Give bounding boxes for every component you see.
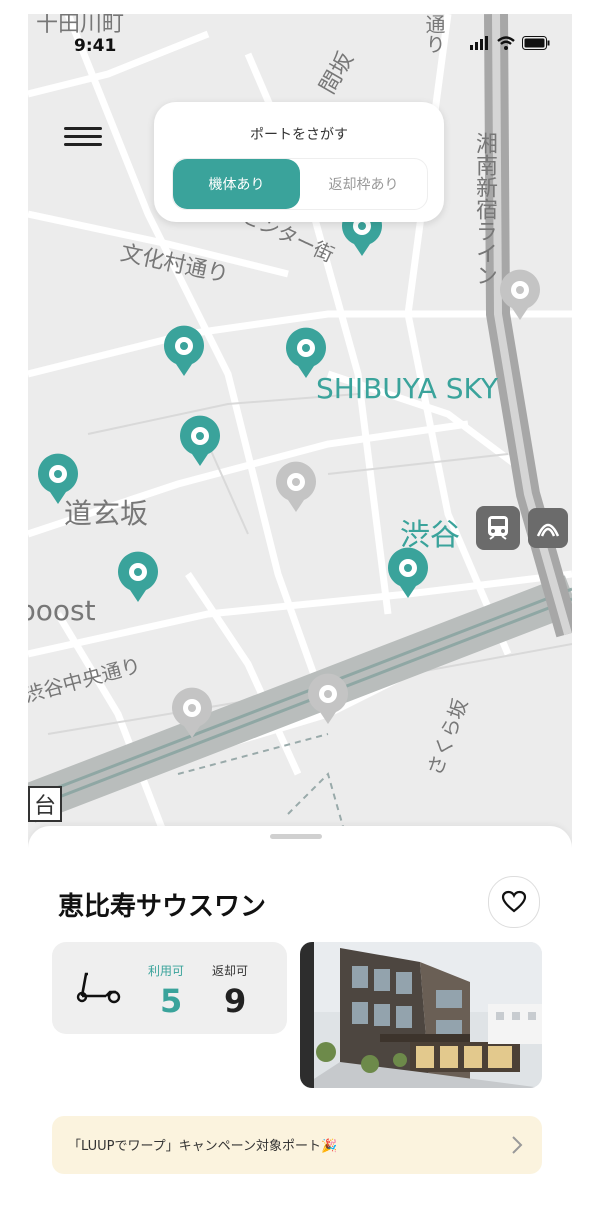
metro-icon bbox=[528, 508, 568, 548]
battery-icon bbox=[522, 36, 550, 50]
wifi-icon bbox=[497, 36, 515, 50]
port-search-card: ポートをさがす 機体あり 返却枠あり bbox=[154, 102, 444, 222]
search-card-title: ポートをさがす bbox=[250, 127, 348, 143]
scooter-icon bbox=[76, 972, 121, 1004]
building-image bbox=[300, 942, 542, 1088]
port-photo[interactable] bbox=[300, 942, 542, 1088]
availability-card: 利用可 5 返却可 9 bbox=[52, 942, 287, 1034]
heart-icon bbox=[501, 890, 527, 913]
return-label: 返却可 bbox=[212, 964, 249, 978]
phone-screen: 十田川町 通り 間坂 湘南新宿ライン センター街 文化村通り SHIBUYA S… bbox=[28, 14, 572, 1194]
status-bar: 9:41 bbox=[28, 14, 572, 66]
map-pin[interactable] bbox=[36, 452, 80, 506]
return-count: 9 bbox=[224, 982, 247, 1020]
train-icon bbox=[476, 506, 520, 550]
port-name: 恵比寿サウスワン bbox=[58, 892, 267, 922]
port-detail-sheet: 恵比寿サウスワン 利用可 5 返却可 9 「LUUPでワープ」キャンペーン対象ポ… bbox=[28, 826, 572, 1194]
hamburger-menu-icon[interactable] bbox=[64, 122, 102, 152]
map-view[interactable]: 十田川町 通り 間坂 湘南新宿ライン センター街 文化村通り SHIBUYA S… bbox=[28, 14, 572, 844]
campaign-banner[interactable]: 「LUUPでワープ」キャンペーン対象ポート🎉 bbox=[52, 1116, 542, 1174]
map-pin[interactable] bbox=[386, 546, 430, 600]
map-label-sky: SHIBUYA SKY bbox=[316, 372, 499, 405]
map-label-boost: boost bbox=[28, 594, 96, 627]
status-time: 9:41 bbox=[74, 36, 117, 56]
signal-icon bbox=[470, 36, 488, 50]
available-label: 利用可 bbox=[148, 964, 185, 978]
filter-vehicle-available[interactable]: 機体あり bbox=[173, 159, 300, 209]
map-pin[interactable] bbox=[162, 324, 206, 378]
map-pin[interactable] bbox=[274, 460, 318, 514]
campaign-text: 「LUUPでワープ」キャンペーン対象ポート🎉 bbox=[68, 1139, 338, 1154]
map-pin[interactable] bbox=[498, 268, 542, 322]
favorite-button[interactable] bbox=[488, 876, 540, 928]
map-pin[interactable] bbox=[306, 672, 350, 726]
map-pin[interactable] bbox=[178, 414, 222, 468]
sheet-grabber[interactable] bbox=[270, 834, 322, 839]
map-pin[interactable] bbox=[284, 326, 328, 380]
map-pin[interactable] bbox=[170, 686, 214, 740]
map-pin[interactable] bbox=[116, 550, 160, 604]
available-count: 5 bbox=[160, 982, 183, 1020]
map-label-dai: 台 bbox=[28, 786, 63, 822]
map-label-shonan: 湘南新宿ライン bbox=[472, 132, 497, 286]
filter-segmented-control: 機体あり 返却枠あり bbox=[172, 158, 428, 210]
filter-return-available[interactable]: 返却枠あり bbox=[300, 159, 427, 209]
chevron-right-icon bbox=[512, 1136, 523, 1154]
